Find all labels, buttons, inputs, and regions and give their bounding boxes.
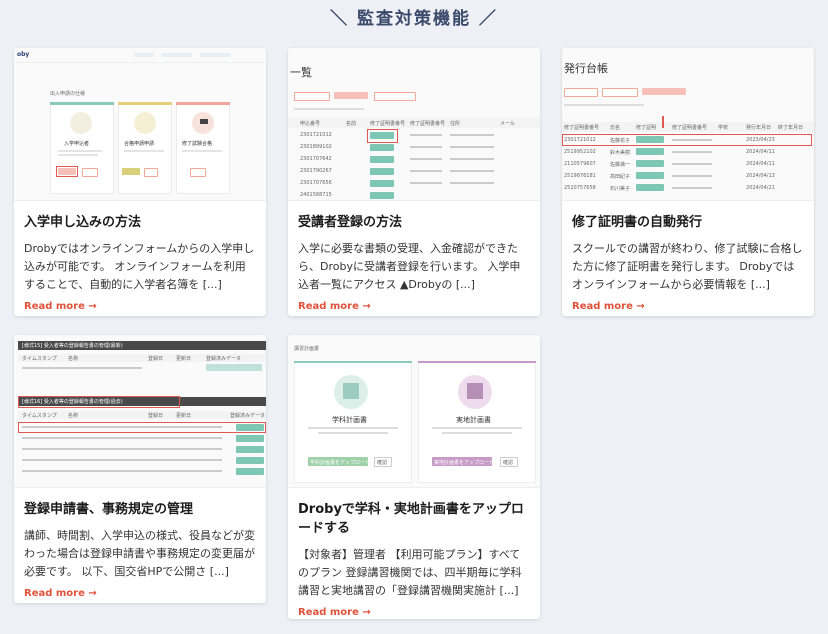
table-row: 2110579607 [564, 161, 596, 167]
arrow-down-icon [662, 116, 664, 128]
table-row: 2510757658 [564, 185, 596, 191]
article-card[interactable]: 発行台帳 修了証明書番号 氏名 修了証明 修了証明書番号 学校 発行年月日 終了… [562, 48, 814, 316]
card-title[interactable]: 入学申し込みの方法 [24, 213, 256, 232]
card-title[interactable]: Drobyで学科・実地計画書をアップロードする [298, 500, 530, 538]
article-thumbnail[interactable]: 一覧 申込番号 名前 修了証明書番号 修了証明書番号 住所 メール 230172… [288, 48, 540, 201]
plan-title: 学科計画書 [332, 416, 367, 424]
card-excerpt: 講師、時間割、入学申込の様式、役員などが変わった場合は登録申請書や事務規定の変更… [24, 529, 255, 578]
apply-icon [70, 112, 92, 134]
table-row: 2519876181 [564, 173, 596, 179]
read-more-link[interactable]: Read more → [298, 301, 371, 312]
card-title[interactable]: 修了証明書の自動発行 [572, 213, 804, 232]
thumb-item: 入学申込者 [64, 141, 90, 147]
card-excerpt: スクールでの講習が終わり、修了試験に合格した方に修了証明書を発行します。 Dro… [572, 242, 803, 291]
thumb-item: 修了試験合格 [182, 141, 213, 147]
article-thumbnail[interactable]: oby 出入申請の仕様 入学申込者 合格申請申請 修了試験合格 [14, 48, 266, 201]
logo: oby [17, 51, 30, 58]
thumb-section-title: [様式16] 受入者等の登録報告書の管理(過去) [22, 399, 123, 405]
article-card[interactable]: oby 出入申請の仕様 入学申込者 合格申請申請 修了試験合格 入学申し込みの方… [14, 48, 266, 316]
read-more-link[interactable]: Read more → [572, 301, 645, 312]
card-excerpt: 【対象者】管理者 【利用可能プラン】すべてのプラン 登録講習機関では、四半期毎に… [298, 548, 522, 597]
document-icon [134, 112, 156, 134]
table-row: 2401588715 [300, 192, 332, 198]
read-more-link[interactable]: Read more → [24, 588, 97, 599]
table-row: 2301790267 [300, 168, 332, 174]
read-more-link[interactable]: Read more → [24, 301, 97, 312]
table-row: 2301707642 [300, 156, 332, 162]
section-title: ＼ 監査対策機能 ／ [330, 9, 498, 29]
plan-title: 実地計画書 [456, 416, 491, 424]
article-card[interactable]: 一覧 申込番号 名前 修了証明書番号 修了証明書番号 住所 メール 230172… [288, 48, 540, 316]
read-more-link[interactable]: Read more → [298, 607, 371, 618]
article-thumbnail[interactable]: 講習計画書 学科計画書 実地計画書 学科計画書をアップロード 確認 実地計画書を… [288, 335, 540, 488]
article-card[interactable]: [様式15] 受入者等の登録報告書の管理(最新) タイムスタンプ 名称 登録日 … [14, 335, 266, 603]
card-title[interactable]: 受講者登録の方法 [298, 213, 530, 232]
table-row: 2519952102 [564, 149, 596, 155]
article-thumbnail[interactable]: 発行台帳 修了証明書番号 氏名 修了証明 修了証明書番号 学校 発行年月日 終了… [562, 48, 814, 201]
table-row: 2301721012 [300, 132, 332, 138]
thumb-heading: 発行台帳 [564, 62, 608, 75]
card-excerpt: 入学に必要な書類の受理、入金確認ができたら、Drobyに受講者登録を行います。 … [298, 242, 521, 291]
table-row: 2301707656 [300, 180, 332, 186]
article-thumbnail[interactable]: [様式15] 受入者等の登録報告書の管理(最新) タイムスタンプ 名称 登録日 … [14, 335, 266, 488]
table-row: 2301721012 [564, 137, 596, 143]
card-title[interactable]: 登録申請書、事務規定の管理 [24, 500, 256, 519]
thumb-heading: 一覧 [290, 66, 312, 79]
thumb-item: 合格申請申請 [124, 141, 155, 147]
thumb-heading: 出入申請の仕様 [50, 91, 86, 97]
thumb-section-title: [様式15] 受入者等の登録報告書の管理(最新) [22, 343, 123, 349]
card-excerpt: Drobyではオンラインフォームからの入学申し込みが可能です。 オンラインフォー… [24, 242, 255, 291]
article-card[interactable]: 講習計画書 学科計画書 実地計画書 学科計画書をアップロード 確認 実地計画書を… [288, 335, 540, 619]
table-row: 2301899102 [300, 144, 332, 150]
thumb-heading: 講習計画書 [294, 346, 320, 352]
